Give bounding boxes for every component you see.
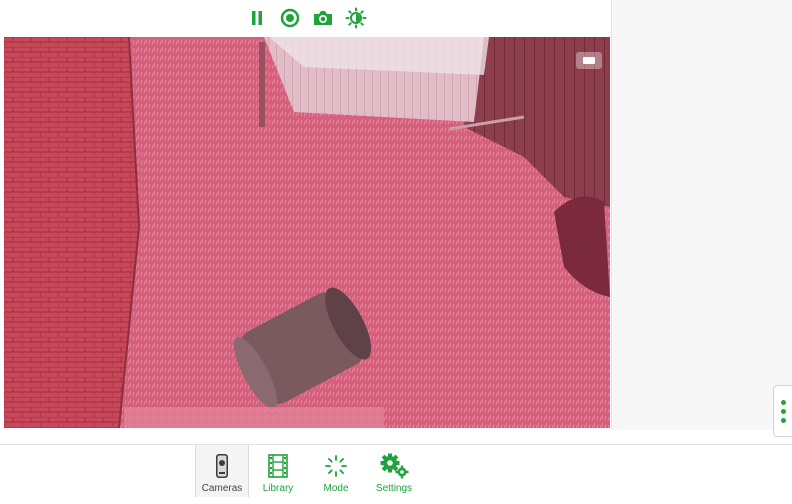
nav-library-label: Library xyxy=(262,483,294,494)
snapshot-button[interactable] xyxy=(311,6,335,30)
fullscreen-icon xyxy=(583,57,595,64)
bottom-navigation: Cameras Library Mode Settings xyxy=(0,444,792,504)
nav-settings[interactable]: Settings xyxy=(372,445,416,497)
camera-toolbar xyxy=(0,0,611,36)
camera-icon xyxy=(314,11,332,25)
nav-cameras[interactable]: Cameras xyxy=(195,445,249,497)
camera-device-icon xyxy=(216,454,228,478)
record-button[interactable] xyxy=(278,6,302,30)
pause-button[interactable] xyxy=(245,6,269,30)
dot-icon xyxy=(781,417,786,423)
dot-icon xyxy=(781,399,786,405)
nav-settings-label: Settings xyxy=(375,483,413,494)
record-icon xyxy=(280,8,300,28)
camera-feed-image xyxy=(4,37,610,428)
more-options-tab[interactable] xyxy=(773,385,792,437)
nav-mode-label: Mode xyxy=(323,483,349,494)
brightness-icon xyxy=(345,7,367,29)
camera-feed[interactable] xyxy=(4,37,610,428)
fullscreen-button[interactable] xyxy=(576,52,602,69)
nav-mode[interactable]: Mode xyxy=(318,445,354,497)
right-empty-area xyxy=(612,0,792,430)
live-view-panel xyxy=(0,0,612,430)
dot-icon xyxy=(781,408,786,414)
mode-spinner-icon xyxy=(325,455,347,477)
brightness-button[interactable] xyxy=(344,6,368,30)
nav-library[interactable]: Library xyxy=(258,445,298,497)
nav-cameras-label: Cameras xyxy=(201,483,243,494)
pause-icon xyxy=(252,11,262,25)
film-strip-icon xyxy=(268,454,288,478)
gears-icon xyxy=(380,453,409,479)
